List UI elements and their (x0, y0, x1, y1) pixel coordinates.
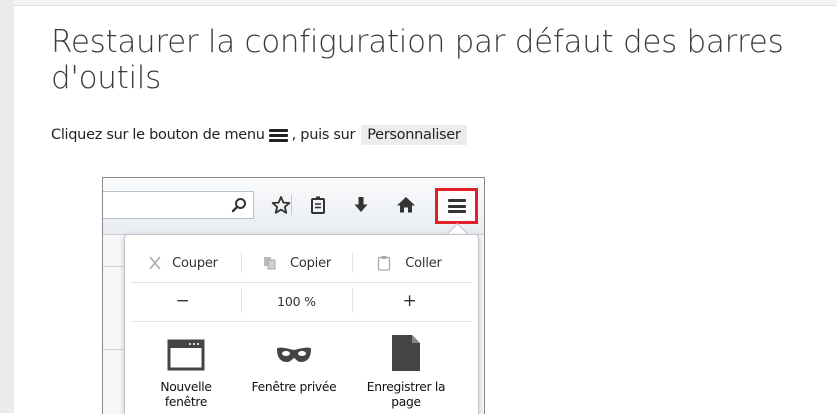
zoom-out-button[interactable]: − (125, 285, 240, 317)
browser-toolbar (103, 178, 484, 235)
zoom-separator (241, 289, 242, 313)
menu-panel: Couper Copier Coller − 100 % + Nouvelle … (124, 234, 479, 414)
page-top-border (14, 0, 837, 6)
personalize-label: Personnaliser (361, 125, 467, 145)
paste-button[interactable]: Coller (353, 247, 466, 279)
scissors-icon (147, 255, 163, 271)
row-divider (131, 321, 472, 322)
content-line (103, 266, 124, 267)
copy-icon (262, 255, 278, 271)
save-page-item[interactable]: Enregistrer la page (351, 335, 461, 410)
private-window-item[interactable]: Fenêtre privée (239, 339, 349, 395)
window-icon (167, 339, 205, 371)
edit-separator (352, 253, 353, 273)
page-icon (392, 335, 420, 371)
private-window-label: Fenêtre privée (251, 380, 337, 394)
toolbar-separator (291, 195, 292, 215)
left-margin (0, 0, 14, 413)
firefox-menu-screenshot: Couper Copier Coller − 100 % + Nouvelle … (102, 177, 485, 414)
zoom-in-button[interactable]: + (353, 285, 466, 317)
new-window-label: Nouvelle fenêtre (160, 380, 212, 409)
zoom-separator (352, 289, 353, 313)
search-icon[interactable] (228, 190, 250, 220)
instruction-part-1: Cliquez sur le bouton de menu (51, 127, 265, 143)
cut-label: Couper (172, 255, 218, 271)
home-icon[interactable] (393, 190, 419, 220)
save-page-label: Enregistrer la page (366, 380, 446, 409)
page-title: Restaurer la configuration par défaut de… (51, 24, 784, 96)
menu-icon (268, 128, 288, 142)
clipboard-icon (377, 255, 391, 271)
zoom-reset-button[interactable]: 100 % (240, 285, 353, 317)
instruction-part-2: , puis sur (291, 127, 356, 143)
cut-button[interactable]: Couper (125, 247, 240, 279)
new-window-item[interactable]: Nouvelle fenêtre (131, 339, 241, 410)
copy-button[interactable]: Copier (240, 247, 353, 279)
edit-row: Couper Copier Coller (125, 247, 478, 279)
mask-icon (277, 347, 311, 362)
copy-label: Copier (289, 255, 332, 271)
paste-label: Coller (405, 255, 442, 271)
edit-separator (241, 253, 242, 273)
open-menu-button[interactable] (435, 188, 478, 224)
row-divider (131, 282, 472, 283)
star-icon[interactable] (269, 190, 293, 220)
download-icon[interactable] (349, 190, 373, 220)
bookmarks-icon[interactable] (306, 190, 330, 220)
content-line (103, 349, 124, 350)
instruction-text: Cliquez sur le bouton de menu , puis sur… (51, 122, 467, 148)
zoom-row: − 100 % + (125, 285, 478, 317)
menu-icon (447, 199, 466, 213)
